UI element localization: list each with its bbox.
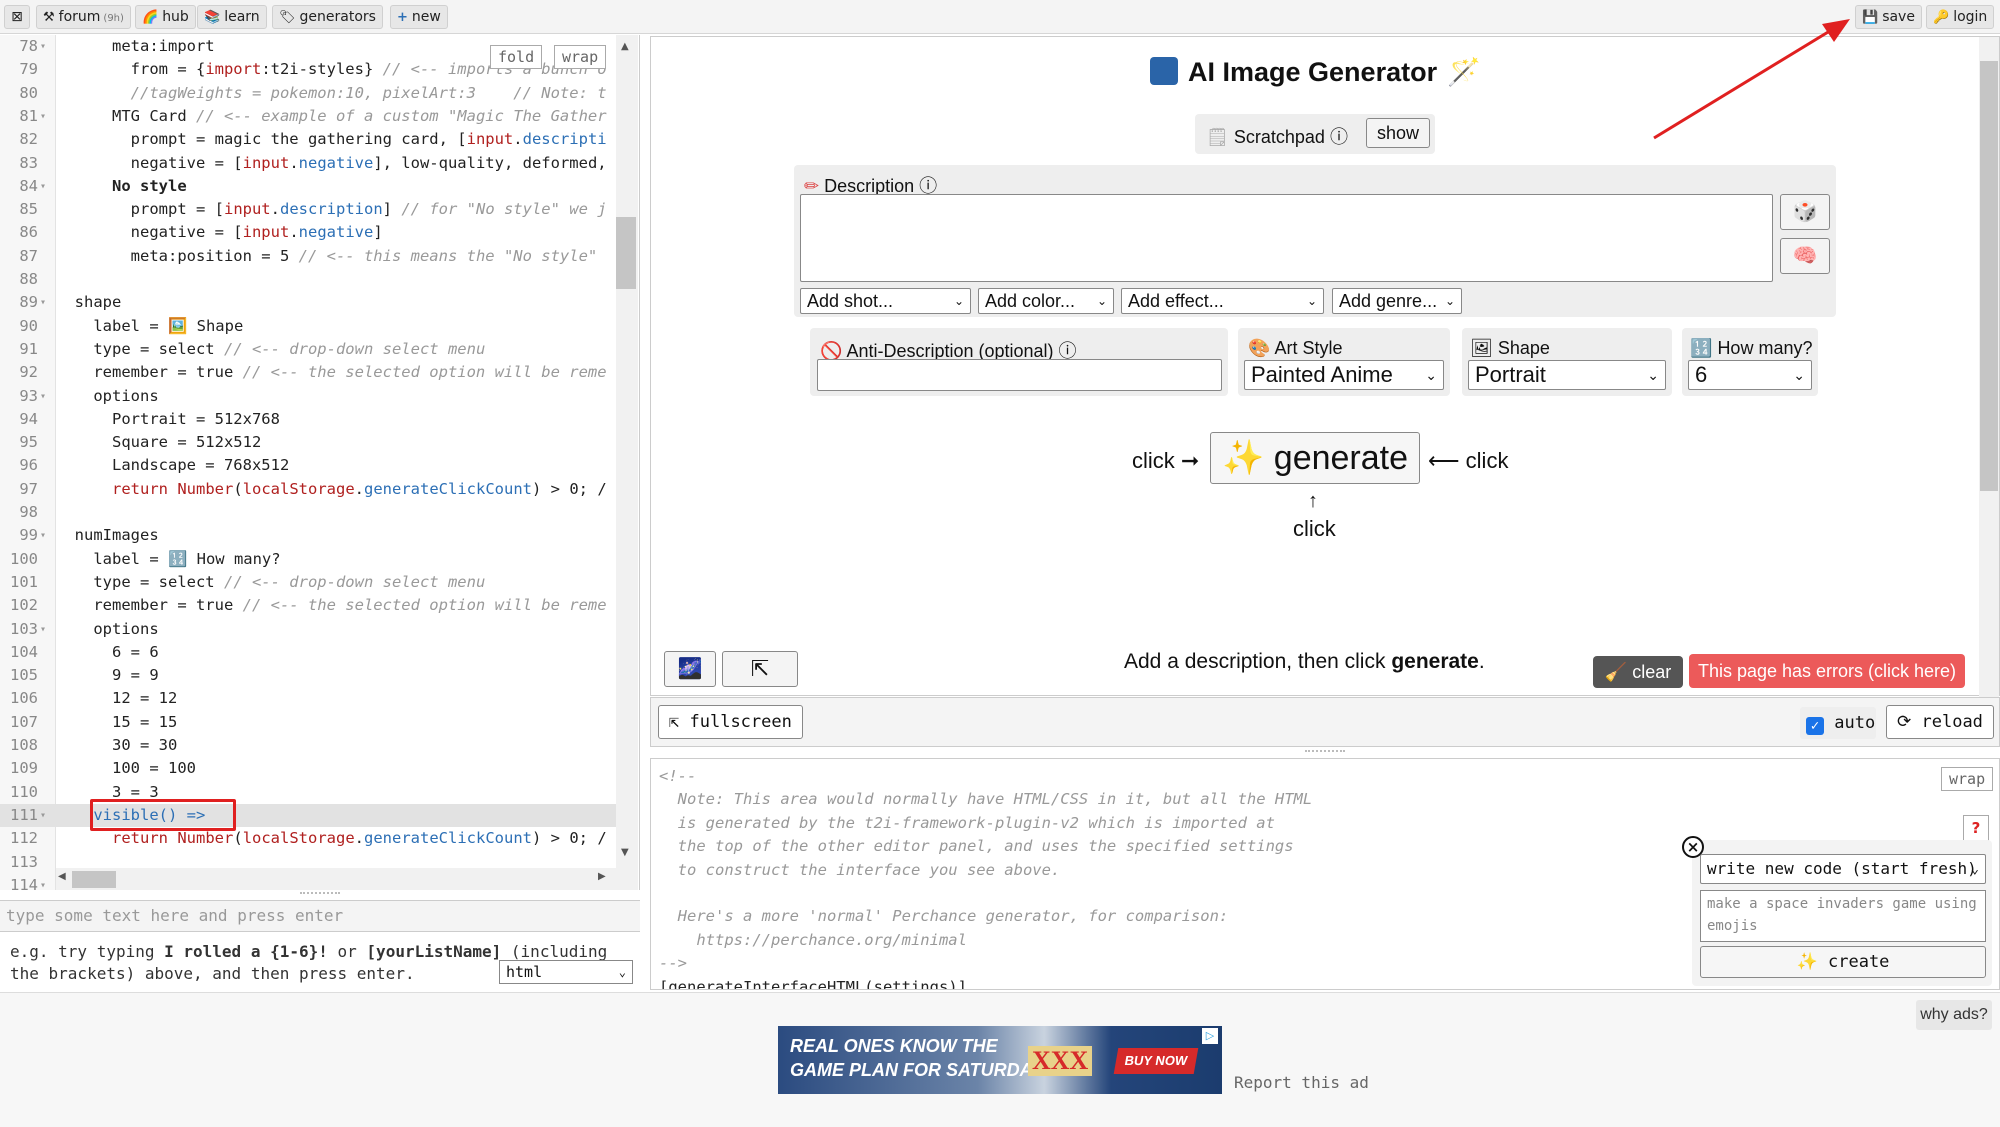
- annotation-arrow: [1653, 19, 1850, 140]
- arrow-head-icon: [1822, 19, 1850, 42]
- arrow-line: [1653, 24, 1839, 140]
